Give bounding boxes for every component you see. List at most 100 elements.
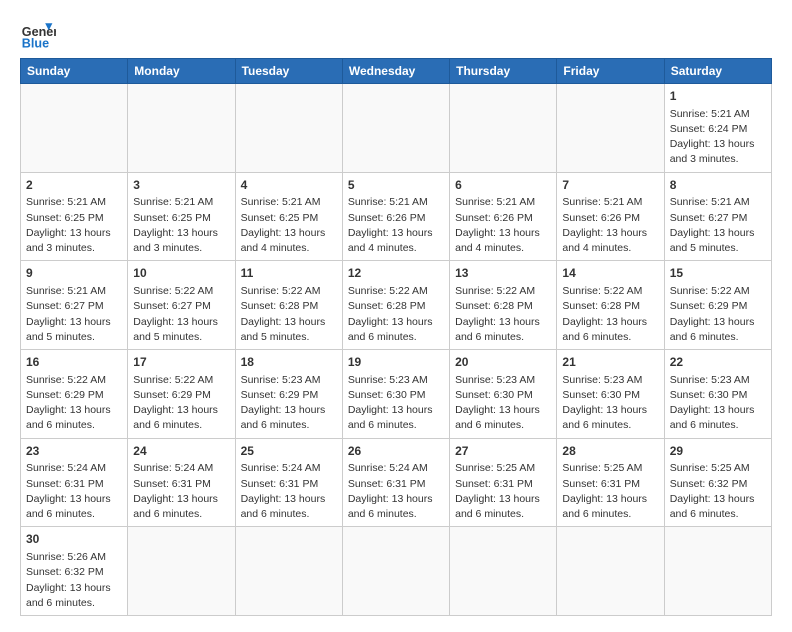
day-info: Sunrise: 5:24 AMSunset: 6:31 PMDaylight:… xyxy=(348,461,444,522)
day-info: Sunrise: 5:22 AMSunset: 6:28 PMDaylight:… xyxy=(241,284,337,345)
day-number: 20 xyxy=(455,354,551,371)
svg-text:Blue: Blue xyxy=(22,37,49,51)
calendar-day-cell: 5Sunrise: 5:21 AMSunset: 6:26 PMDaylight… xyxy=(342,172,449,261)
day-of-week-header: Sunday xyxy=(21,59,128,84)
calendar-day-cell: 1Sunrise: 5:21 AMSunset: 6:24 PMDaylight… xyxy=(664,84,771,173)
day-info: Sunrise: 5:21 AMSunset: 6:24 PMDaylight:… xyxy=(670,107,766,168)
calendar-week-row: 9 Sunrise: 5:21 AMSunset: 6:27 PMDaylight… xyxy=(21,261,772,350)
calendar-day-cell: 29Sunrise: 5:25 AMSunset: 6:32 PMDayligh… xyxy=(664,438,771,527)
day-info: Sunrise: 5:23 AMSunset: 6:30 PMDaylight:… xyxy=(455,373,551,434)
day-info: Sunrise: 5:25 AMSunset: 6:31 PMDaylight:… xyxy=(455,461,551,522)
day-number: 12 xyxy=(348,265,444,282)
calendar-day-cell: 19 Sunrise: 5:23 AMSunset: 6:30 PMDayligh… xyxy=(342,350,449,439)
logo: General Blue xyxy=(20,16,56,52)
day-number: 21 xyxy=(562,354,658,371)
calendar-day-cell: 27Sunrise: 5:25 AMSunset: 6:31 PMDayligh… xyxy=(450,438,557,527)
day-of-week-header: Friday xyxy=(557,59,664,84)
calendar-day-cell xyxy=(664,527,771,616)
day-number: 15 xyxy=(670,265,766,282)
calendar-day-cell: 11 Sunrise: 5:22 AMSunset: 6:28 PMDayligh… xyxy=(235,261,342,350)
day-info: Sunrise: 5:21 AMSunset: 6:25 PMDaylight:… xyxy=(133,195,229,256)
day-info: Sunrise: 5:24 AMSunset: 6:31 PMDaylight:… xyxy=(26,461,122,522)
day-info: Sunrise: 5:23 AMSunset: 6:30 PMDaylight:… xyxy=(348,373,444,434)
calendar-day-cell xyxy=(21,84,128,173)
logo-icon: General Blue xyxy=(20,16,56,52)
day-number: 23 xyxy=(26,443,122,460)
calendar-week-row: 30Sunrise: 5:26 AMSunset: 6:32 PMDayligh… xyxy=(21,527,772,616)
calendar-day-cell xyxy=(342,527,449,616)
day-number: 14 xyxy=(562,265,658,282)
day-number: 22 xyxy=(670,354,766,371)
day-of-week-header: Tuesday xyxy=(235,59,342,84)
day-info: Sunrise: 5:24 AMSunset: 6:31 PMDaylight:… xyxy=(133,461,229,522)
day-info: Sunrise: 5:22 AMSunset: 6:28 PMDaylight:… xyxy=(455,284,551,345)
day-of-week-header: Saturday xyxy=(664,59,771,84)
calendar-day-cell: 7Sunrise: 5:21 AMSunset: 6:26 PMDaylight… xyxy=(557,172,664,261)
day-number: 19 xyxy=(348,354,444,371)
day-number: 17 xyxy=(133,354,229,371)
calendar-week-row: 2Sunrise: 5:21 AMSunset: 6:25 PMDaylight… xyxy=(21,172,772,261)
calendar-table: SundayMondayTuesdayWednesdayThursdayFrid… xyxy=(20,58,772,616)
day-info: Sunrise: 5:23 AMSunset: 6:30 PMDaylight:… xyxy=(670,373,766,434)
calendar-day-cell: 20 Sunrise: 5:23 AMSunset: 6:30 PMDayligh… xyxy=(450,350,557,439)
day-info: Sunrise: 5:22 AMSunset: 6:29 PMDaylight:… xyxy=(670,284,766,345)
calendar-week-row: 23Sunrise: 5:24 AMSunset: 6:31 PMDayligh… xyxy=(21,438,772,527)
calendar-day-cell: 21 Sunrise: 5:23 AMSunset: 6:30 PMDayligh… xyxy=(557,350,664,439)
day-number: 11 xyxy=(241,265,337,282)
day-info: Sunrise: 5:21 AMSunset: 6:25 PMDaylight:… xyxy=(26,195,122,256)
day-info: Sunrise: 5:21 AMSunset: 6:26 PMDaylight:… xyxy=(562,195,658,256)
calendar-day-cell: 9 Sunrise: 5:21 AMSunset: 6:27 PMDaylight… xyxy=(21,261,128,350)
calendar-body: 1Sunrise: 5:21 AMSunset: 6:24 PMDaylight… xyxy=(21,84,772,616)
page-header: General Blue xyxy=(20,16,772,52)
day-number: 3 xyxy=(133,177,229,194)
calendar-day-cell: 13 Sunrise: 5:22 AMSunset: 6:28 PMDayligh… xyxy=(450,261,557,350)
day-info: Sunrise: 5:21 AMSunset: 6:26 PMDaylight:… xyxy=(455,195,551,256)
day-info: Sunrise: 5:22 AMSunset: 6:29 PMDaylight:… xyxy=(26,373,122,434)
calendar-day-cell: 3Sunrise: 5:21 AMSunset: 6:25 PMDaylight… xyxy=(128,172,235,261)
day-number: 24 xyxy=(133,443,229,460)
calendar-day-cell: 14 Sunrise: 5:22 AMSunset: 6:28 PMDayligh… xyxy=(557,261,664,350)
calendar-day-cell: 16 Sunrise: 5:22 AMSunset: 6:29 PMDayligh… xyxy=(21,350,128,439)
calendar-day-cell xyxy=(128,84,235,173)
calendar-day-cell: 17Sunrise: 5:22 AMSunset: 6:29 PMDayligh… xyxy=(128,350,235,439)
day-of-week-header: Wednesday xyxy=(342,59,449,84)
day-info: Sunrise: 5:22 AMSunset: 6:28 PMDaylight:… xyxy=(562,284,658,345)
day-info: Sunrise: 5:26 AMSunset: 6:32 PMDaylight:… xyxy=(26,550,122,611)
day-info: Sunrise: 5:25 AMSunset: 6:32 PMDaylight:… xyxy=(670,461,766,522)
calendar-day-cell xyxy=(450,84,557,173)
day-number: 2 xyxy=(26,177,122,194)
calendar-day-cell: 2Sunrise: 5:21 AMSunset: 6:25 PMDaylight… xyxy=(21,172,128,261)
day-number: 10 xyxy=(133,265,229,282)
day-number: 4 xyxy=(241,177,337,194)
day-of-week-header: Monday xyxy=(128,59,235,84)
day-number: 16 xyxy=(26,354,122,371)
day-number: 8 xyxy=(670,177,766,194)
day-info: Sunrise: 5:23 AMSunset: 6:30 PMDaylight:… xyxy=(562,373,658,434)
calendar-header: SundayMondayTuesdayWednesdayThursdayFrid… xyxy=(21,59,772,84)
calendar-day-cell xyxy=(235,527,342,616)
calendar-day-cell: 23Sunrise: 5:24 AMSunset: 6:31 PMDayligh… xyxy=(21,438,128,527)
day-number: 27 xyxy=(455,443,551,460)
calendar-day-cell: 8Sunrise: 5:21 AMSunset: 6:27 PMDaylight… xyxy=(664,172,771,261)
day-number: 7 xyxy=(562,177,658,194)
day-number: 9 xyxy=(26,265,122,282)
calendar-day-cell: 28Sunrise: 5:25 AMSunset: 6:31 PMDayligh… xyxy=(557,438,664,527)
calendar-week-row: 1Sunrise: 5:21 AMSunset: 6:24 PMDaylight… xyxy=(21,84,772,173)
calendar-day-cell: 15 Sunrise: 5:22 AMSunset: 6:29 PMDayligh… xyxy=(664,261,771,350)
calendar-day-cell: 12 Sunrise: 5:22 AMSunset: 6:28 PMDayligh… xyxy=(342,261,449,350)
calendar-day-cell xyxy=(235,84,342,173)
calendar-day-cell: 30Sunrise: 5:26 AMSunset: 6:32 PMDayligh… xyxy=(21,527,128,616)
day-number: 25 xyxy=(241,443,337,460)
day-info: Sunrise: 5:22 AMSunset: 6:28 PMDaylight:… xyxy=(348,284,444,345)
calendar-day-cell: 6Sunrise: 5:21 AMSunset: 6:26 PMDaylight… xyxy=(450,172,557,261)
day-info: Sunrise: 5:22 AMSunset: 6:27 PMDaylight:… xyxy=(133,284,229,345)
calendar-day-cell xyxy=(128,527,235,616)
day-info: Sunrise: 5:21 AMSunset: 6:26 PMDaylight:… xyxy=(348,195,444,256)
day-info: Sunrise: 5:25 AMSunset: 6:31 PMDaylight:… xyxy=(562,461,658,522)
day-info: Sunrise: 5:21 AMSunset: 6:25 PMDaylight:… xyxy=(241,195,337,256)
calendar-day-cell: 26Sunrise: 5:24 AMSunset: 6:31 PMDayligh… xyxy=(342,438,449,527)
day-info: Sunrise: 5:21 AMSunset: 6:27 PMDaylight:… xyxy=(26,284,122,345)
day-info: Sunrise: 5:23 AMSunset: 6:29 PMDaylight:… xyxy=(241,373,337,434)
day-number: 13 xyxy=(455,265,551,282)
day-of-week-header: Thursday xyxy=(450,59,557,84)
